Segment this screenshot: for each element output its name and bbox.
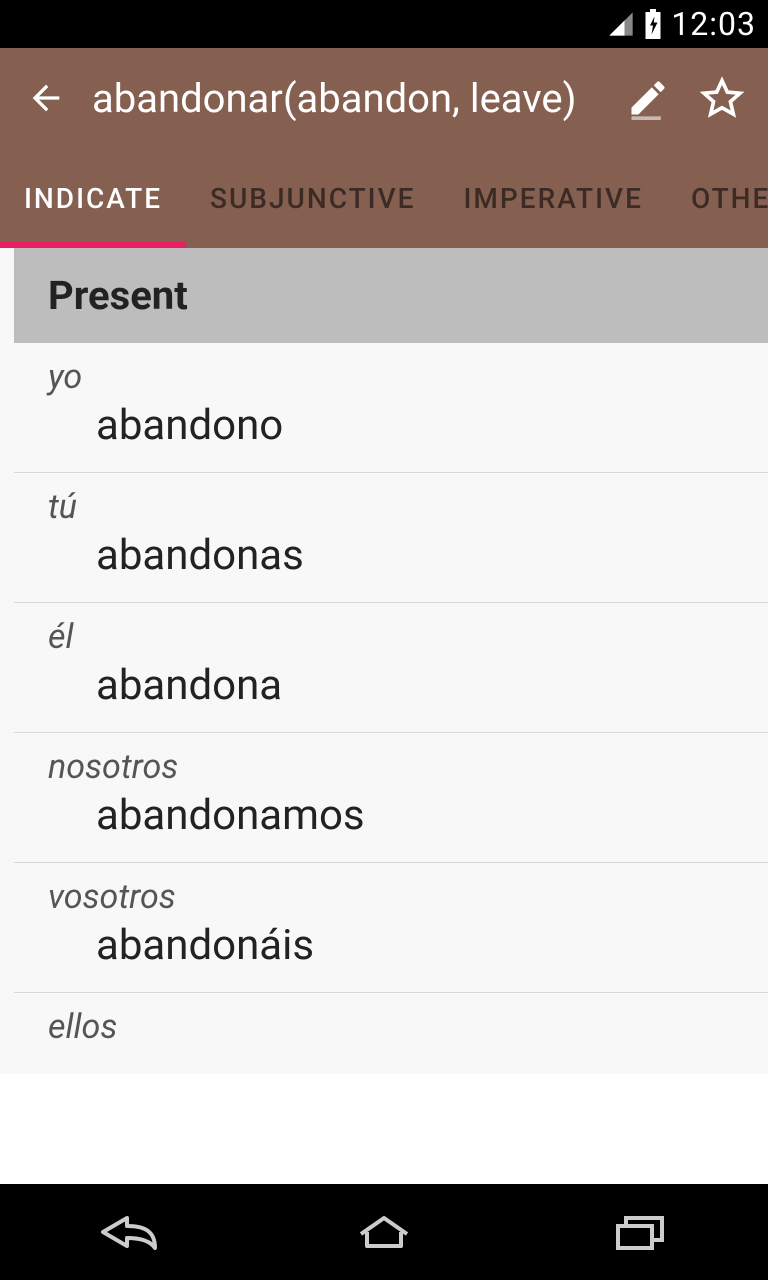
- edit-button[interactable]: [620, 70, 676, 126]
- system-nav-bar: [0, 1184, 768, 1280]
- conjugation-value: abandona: [48, 661, 734, 710]
- app-bar: abandonar(abandon, leave): [0, 48, 768, 148]
- nav-recents-button[interactable]: [580, 1202, 700, 1262]
- tab-bar: INDICATE SUBJUNCTIVE IMPERATIVE OTHER: [0, 148, 768, 248]
- status-bar: 12:03: [0, 0, 768, 48]
- conjugation-value: abandonáis: [48, 921, 734, 970]
- ad-placeholder: [0, 1074, 768, 1184]
- signal-icon: [607, 10, 635, 38]
- conjugation-value: abandonamos: [48, 791, 734, 840]
- back-button[interactable]: [18, 70, 74, 126]
- tab-label: INDICATE: [24, 182, 162, 215]
- tab-label: IMPERATIVE: [463, 182, 642, 215]
- favorite-button[interactable]: [694, 70, 750, 126]
- list-item: yo abandono: [14, 343, 768, 473]
- pronoun-label: vosotros: [48, 877, 734, 917]
- pronoun-label: nosotros: [48, 747, 734, 787]
- pronoun-label: él: [48, 617, 734, 657]
- list-item: vosotros abandonáis: [14, 863, 768, 993]
- list-item: tú abandonas: [14, 473, 768, 603]
- section-header: Present: [14, 248, 768, 343]
- tab-label: SUBJUNCTIVE: [210, 182, 415, 215]
- conjugation-value: abandonas: [48, 531, 734, 580]
- conjugation-list: yo abandono tú abandonas él abandona nos…: [14, 343, 768, 1074]
- tab-subjunctive[interactable]: SUBJUNCTIVE: [186, 148, 439, 248]
- conjugation-value: abandono: [48, 401, 734, 450]
- tab-other[interactable]: OTHER: [667, 148, 768, 248]
- pronoun-label: tú: [48, 487, 734, 527]
- nav-home-button[interactable]: [324, 1202, 444, 1262]
- nav-back-button[interactable]: [68, 1202, 188, 1262]
- tab-imperative[interactable]: IMPERATIVE: [439, 148, 666, 248]
- battery-icon: [643, 9, 663, 39]
- content-area[interactable]: Present yo abandono tú abandonas él aban…: [14, 248, 768, 1074]
- list-item: nosotros abandonamos: [14, 733, 768, 863]
- list-item: ellos: [14, 993, 768, 1073]
- status-time: 12:03: [671, 5, 756, 43]
- list-item: él abandona: [14, 603, 768, 733]
- pronoun-label: ellos: [48, 1007, 734, 1047]
- tab-indicate[interactable]: INDICATE: [0, 148, 186, 248]
- page-title: abandonar(abandon, leave): [92, 75, 602, 122]
- tab-label: OTHER: [691, 182, 768, 215]
- pronoun-label: yo: [48, 357, 734, 397]
